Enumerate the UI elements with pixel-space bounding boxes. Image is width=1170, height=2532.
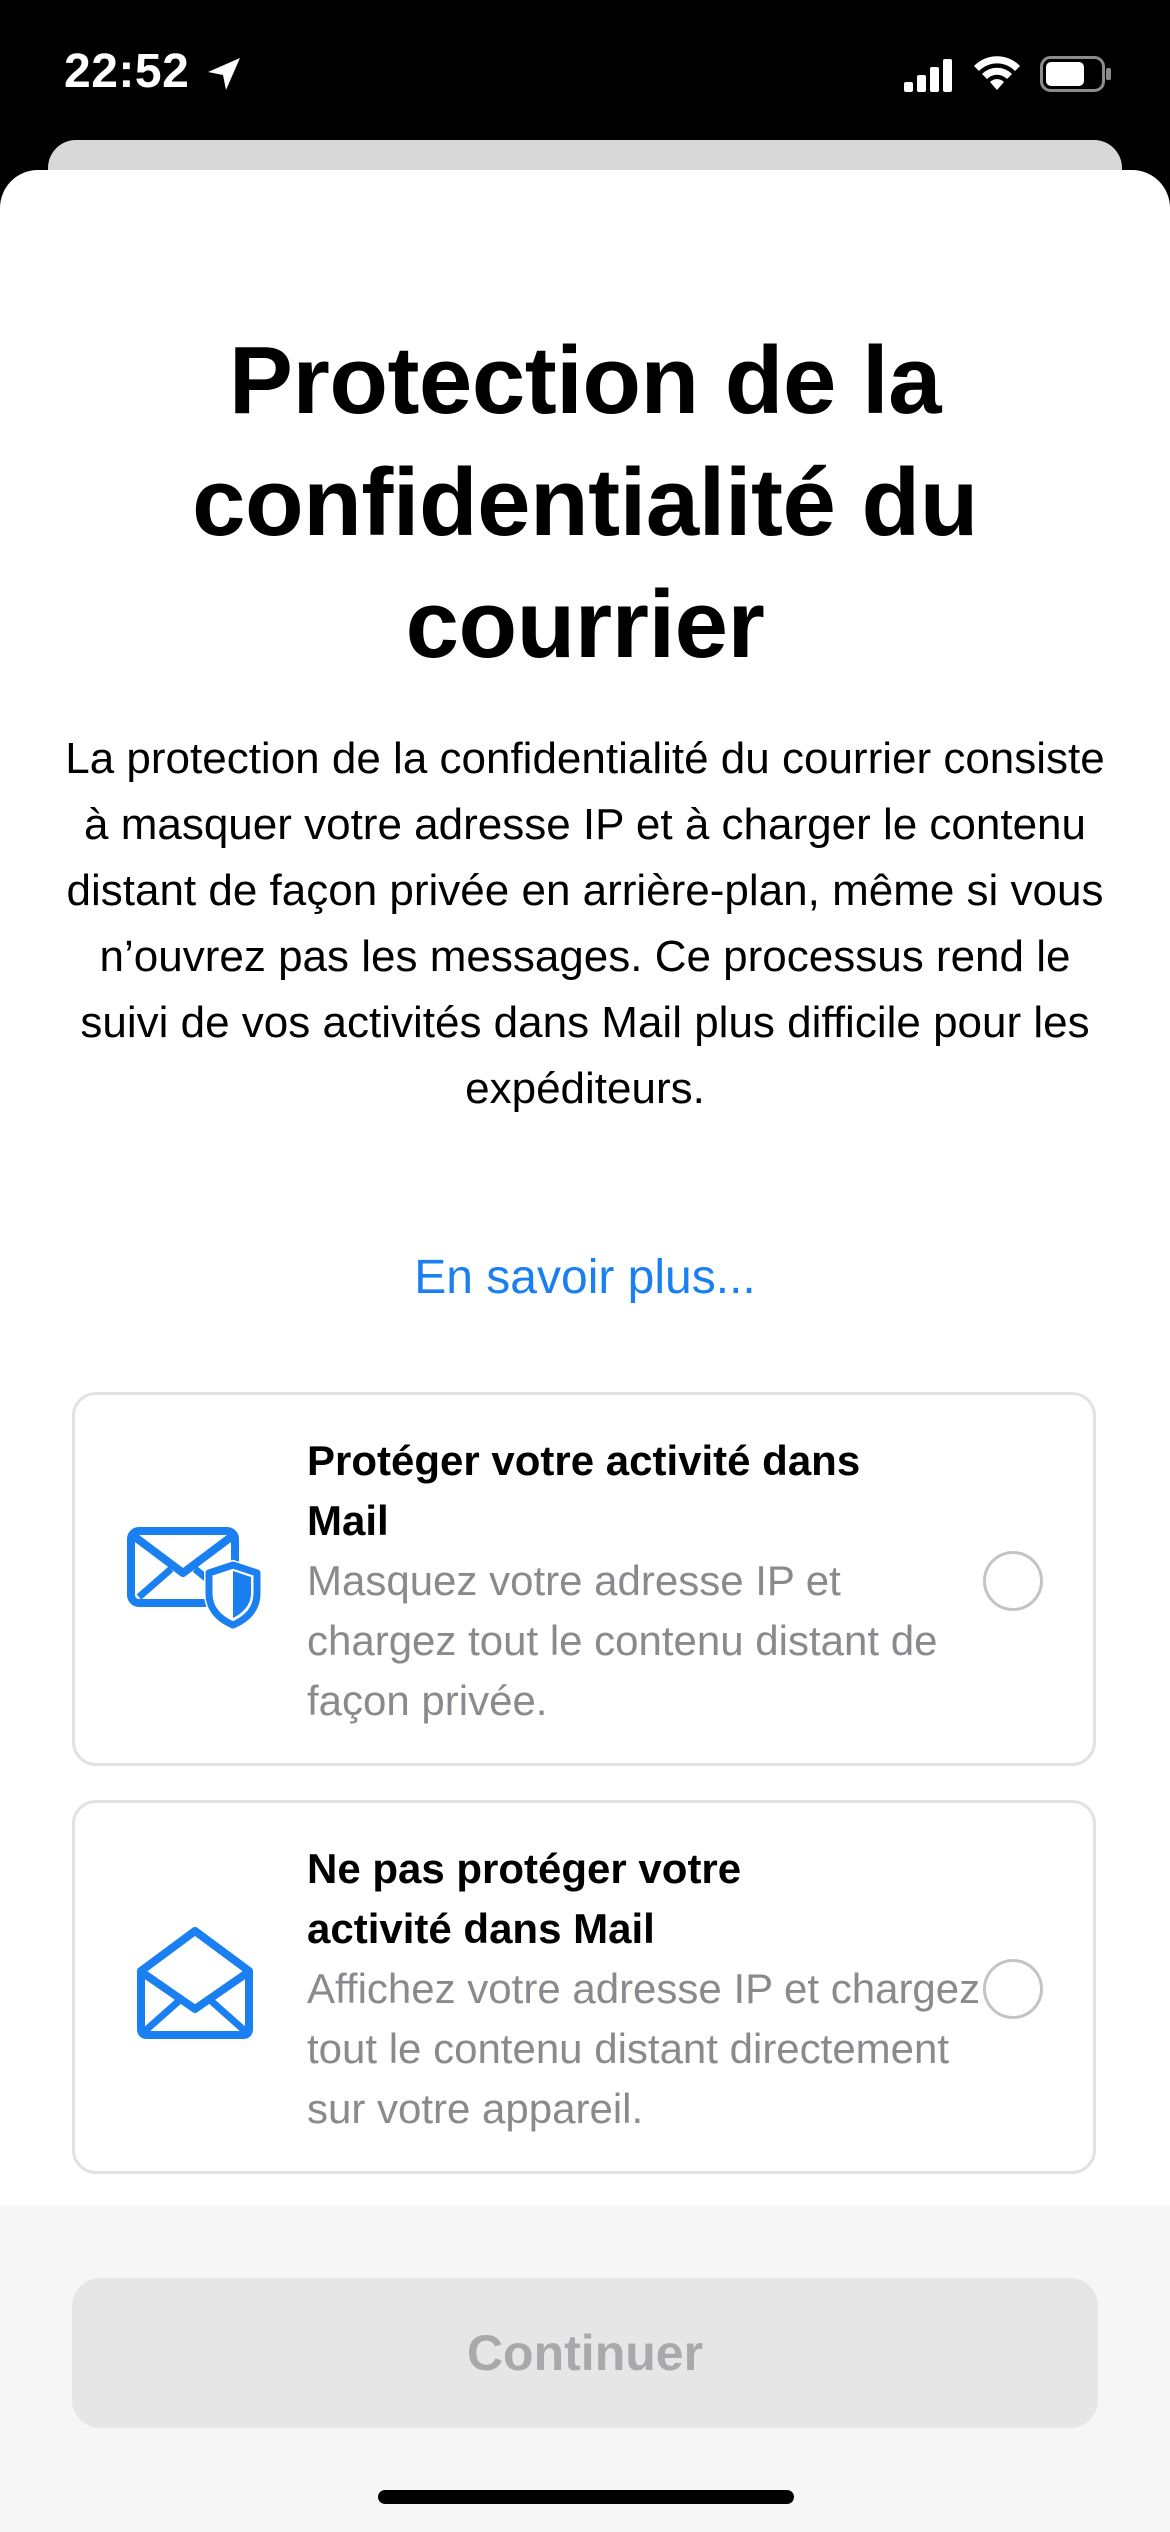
signal-icon xyxy=(904,59,952,92)
wifi-icon xyxy=(974,56,1020,90)
status-time: 22:52 xyxy=(64,45,190,98)
privacy-sheet: Protection de la confidentialité du cour… xyxy=(0,170,1170,2532)
page-title: Protection de la confidentialité du cour… xyxy=(192,327,978,678)
option-description: Masquez votre adresse IP et chargez tout… xyxy=(307,1557,938,1724)
option-description: Affichez votre adresse IP et chargez tou… xyxy=(307,1965,981,2132)
home-indicator[interactable] xyxy=(378,2490,794,2504)
status-bar: 22:52 xyxy=(0,0,1170,150)
option-protect-activity[interactable]: Protéger votre activité dans Mail Masque… xyxy=(72,1392,1096,1766)
battery-icon xyxy=(1040,56,1111,92)
envelope-shield-icon xyxy=(127,1527,262,1631)
option-title: Protéger votre activité dans Mail xyxy=(307,1437,861,1544)
learn-more-link[interactable]: En savoir plus... xyxy=(0,1250,1170,1305)
continue-button[interactable]: Continuer xyxy=(72,2278,1098,2428)
option-dont-protect-activity[interactable]: Ne pas protéger votre activité dans Mail… xyxy=(72,1800,1096,2174)
envelope-open-icon xyxy=(137,1927,253,2039)
description-text: La protection de la confidentialité du c… xyxy=(65,734,1105,1113)
option-title: Ne pas protéger votre activité dans Mail xyxy=(307,1845,742,1952)
radio-dont-protect-activity[interactable] xyxy=(983,1959,1043,2019)
radio-protect-activity[interactable] xyxy=(983,1551,1043,1611)
location-arrow-icon xyxy=(208,58,240,90)
